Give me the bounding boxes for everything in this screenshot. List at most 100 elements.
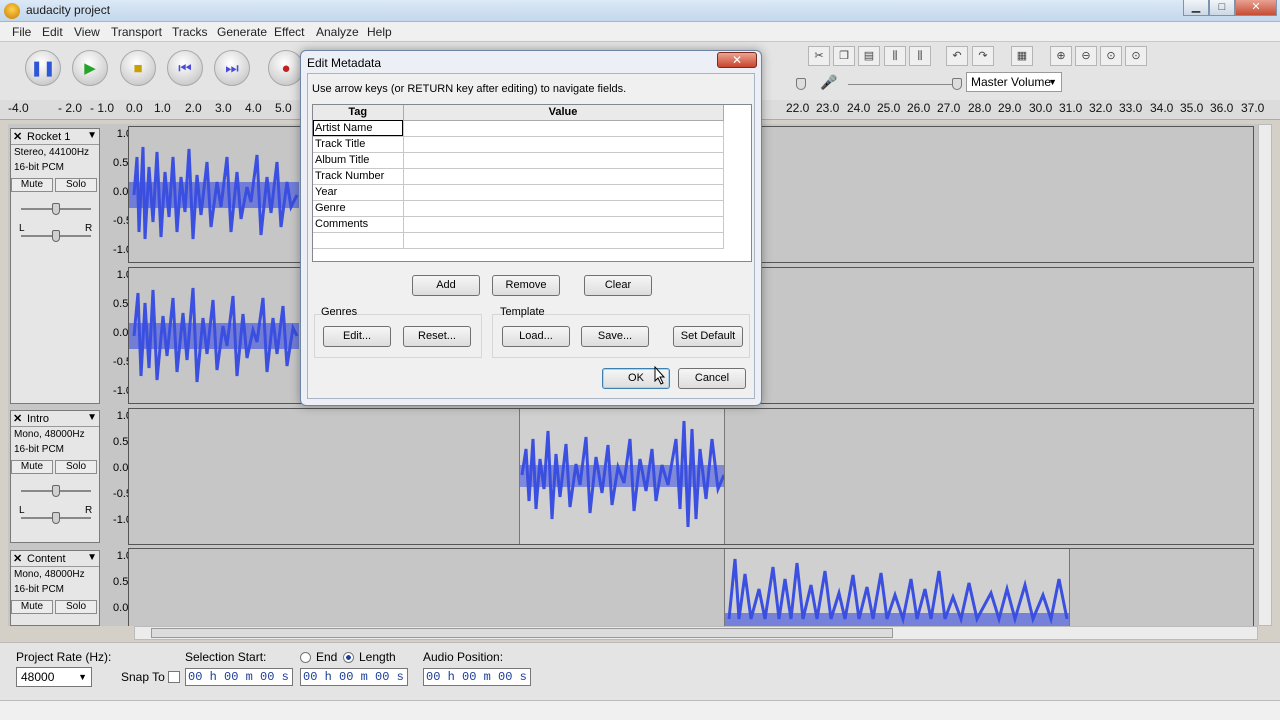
menu-effect[interactable]: Effect — [274, 25, 304, 39]
master-volume-select[interactable]: Master Volume ▼ — [966, 72, 1062, 92]
mute-button[interactable]: Mute — [11, 600, 53, 614]
fit-selection-button[interactable]: ⊙ — [1100, 46, 1122, 66]
ruler-tick: 25.0 — [877, 101, 901, 115]
project-rate-select[interactable]: 48000 ▼ — [16, 667, 92, 687]
value-cell[interactable] — [403, 200, 724, 217]
output-volume-slider[interactable] — [796, 78, 806, 90]
add-button[interactable]: Add — [412, 275, 480, 296]
mute-button[interactable]: Mute — [11, 178, 53, 192]
close-track-icon[interactable]: ✕ — [13, 130, 22, 143]
menu-analyze[interactable]: Analyze — [316, 25, 359, 39]
input-volume-slider[interactable] — [952, 78, 962, 90]
pan-left-label: L — [19, 223, 25, 234]
tag-cell[interactable] — [313, 232, 404, 249]
stop-button[interactable]: ■ — [120, 50, 156, 86]
trim-button[interactable]: ⫼ — [884, 46, 906, 66]
menu-transport[interactable]: Transport — [111, 25, 162, 39]
audio-position-time[interactable]: 00 h 00 m 00 s — [423, 668, 531, 686]
menu-edit[interactable]: Edit — [42, 25, 63, 39]
undo-button[interactable]: ↶ — [946, 46, 968, 66]
skip-end-button[interactable]: ⏭ — [214, 50, 250, 86]
silence-button[interactable]: ⫼ — [909, 46, 931, 66]
menu-tracks[interactable]: Tracks — [172, 25, 208, 39]
snap-to-checkbox[interactable] — [168, 671, 180, 683]
end-radio[interactable] — [300, 652, 311, 663]
waveform-area[interactable] — [128, 408, 1254, 545]
minimize-button[interactable]: ▁ — [1183, 0, 1209, 16]
solo-button[interactable]: Solo — [55, 178, 97, 192]
track-name-button[interactable]: ✕ Rocket 1 ▼ — [11, 129, 99, 145]
sync-lock-button[interactable]: ▦ — [1011, 46, 1033, 66]
value-cell[interactable] — [403, 152, 724, 169]
value-cell[interactable] — [403, 216, 724, 233]
selection-end-time[interactable]: 00 h 00 m 00 s — [300, 668, 408, 686]
chevron-down-icon: ▼ — [78, 672, 87, 682]
pan-slider[interactable] — [21, 230, 91, 242]
menu-help[interactable]: Help — [367, 25, 392, 39]
gain-slider[interactable] — [21, 485, 91, 497]
gain-slider[interactable] — [21, 203, 91, 215]
tag-cell[interactable]: Artist Name — [313, 120, 404, 137]
column-header-value: Value — [403, 105, 724, 121]
menu-file[interactable]: File — [12, 25, 31, 39]
track-name-button[interactable]: ✕ Content ▼ — [11, 551, 99, 567]
pan-right-label: R — [85, 505, 93, 516]
maximize-button[interactable]: □ — [1209, 0, 1235, 16]
skip-start-button[interactable]: ⏮ — [167, 50, 203, 86]
value-cell[interactable] — [403, 120, 724, 137]
fit-project-button[interactable]: ⊙ — [1125, 46, 1147, 66]
track-name-button[interactable]: ✕ Intro ▼ — [11, 411, 99, 427]
tag-cell[interactable]: Comments — [313, 216, 404, 233]
pan-slider[interactable] — [21, 512, 91, 524]
scrollbar-thumb[interactable] — [151, 628, 893, 638]
tag-cell[interactable]: Track Number — [313, 168, 404, 185]
tag-cell[interactable]: Track Title — [313, 136, 404, 153]
solo-button[interactable]: Solo — [55, 600, 97, 614]
solo-button[interactable]: Solo — [55, 460, 97, 474]
value-cell[interactable] — [403, 168, 724, 185]
dialog-close-button[interactable]: ✕ — [717, 52, 757, 68]
paste-button[interactable]: ▤ — [858, 46, 880, 66]
genres-edit-button[interactable]: Edit... — [323, 326, 391, 347]
waveform — [129, 146, 299, 240]
close-track-icon[interactable]: ✕ — [13, 552, 22, 565]
mute-button[interactable]: Mute — [11, 460, 53, 474]
selection-start-time[interactable]: 00 h 00 m 00 s — [185, 668, 293, 686]
cancel-button[interactable]: Cancel — [678, 368, 746, 389]
ruler-tick: 27.0 — [937, 101, 961, 115]
length-radio[interactable] — [343, 652, 354, 663]
close-button[interactable]: ✕ — [1235, 0, 1277, 16]
value-cell[interactable] — [403, 184, 724, 201]
tag-cell[interactable]: Genre — [313, 200, 404, 217]
genres-reset-button[interactable]: Reset... — [403, 326, 471, 347]
waveform-area[interactable] — [128, 548, 1254, 627]
audio-clip-content[interactable] — [724, 549, 1070, 627]
menu-generate[interactable]: Generate — [217, 25, 267, 39]
copy-button[interactable]: ❐ — [833, 46, 855, 66]
vertical-scrollbar[interactable] — [1258, 124, 1272, 626]
zoom-out-button[interactable]: ⊖ — [1075, 46, 1097, 66]
menu-view[interactable]: View — [74, 25, 100, 39]
metadata-grid[interactable]: Tag Value Artist Name Track Title Album … — [312, 104, 752, 262]
redo-button[interactable]: ↷ — [972, 46, 994, 66]
pause-button[interactable]: ❚❚ — [25, 50, 61, 86]
template-save-button[interactable]: Save... — [581, 326, 649, 347]
ruler-tick: 0.0 — [126, 101, 143, 115]
horizontal-scrollbar[interactable] — [134, 626, 1258, 640]
template-load-button[interactable]: Load... — [502, 326, 570, 347]
play-button[interactable]: ▶ — [72, 50, 108, 86]
project-rate-label: Project Rate (Hz): — [16, 650, 112, 664]
tag-cell[interactable]: Year — [313, 184, 404, 201]
value-cell[interactable] — [403, 136, 724, 153]
cut-button[interactable]: ✂ — [808, 46, 830, 66]
value-cell[interactable] — [403, 232, 724, 249]
close-track-icon[interactable]: ✕ — [13, 412, 22, 425]
tag-cell[interactable]: Album Title — [313, 152, 404, 169]
template-set-default-button[interactable]: Set Default — [673, 326, 743, 347]
zoom-in-button[interactable]: ⊕ — [1050, 46, 1072, 66]
close-icon: ✕ — [731, 53, 743, 67]
audio-clip-intro[interactable] — [519, 409, 725, 544]
clear-button[interactable]: Clear — [584, 275, 652, 296]
remove-button[interactable]: Remove — [492, 275, 560, 296]
record-button[interactable]: ● — [268, 50, 304, 86]
